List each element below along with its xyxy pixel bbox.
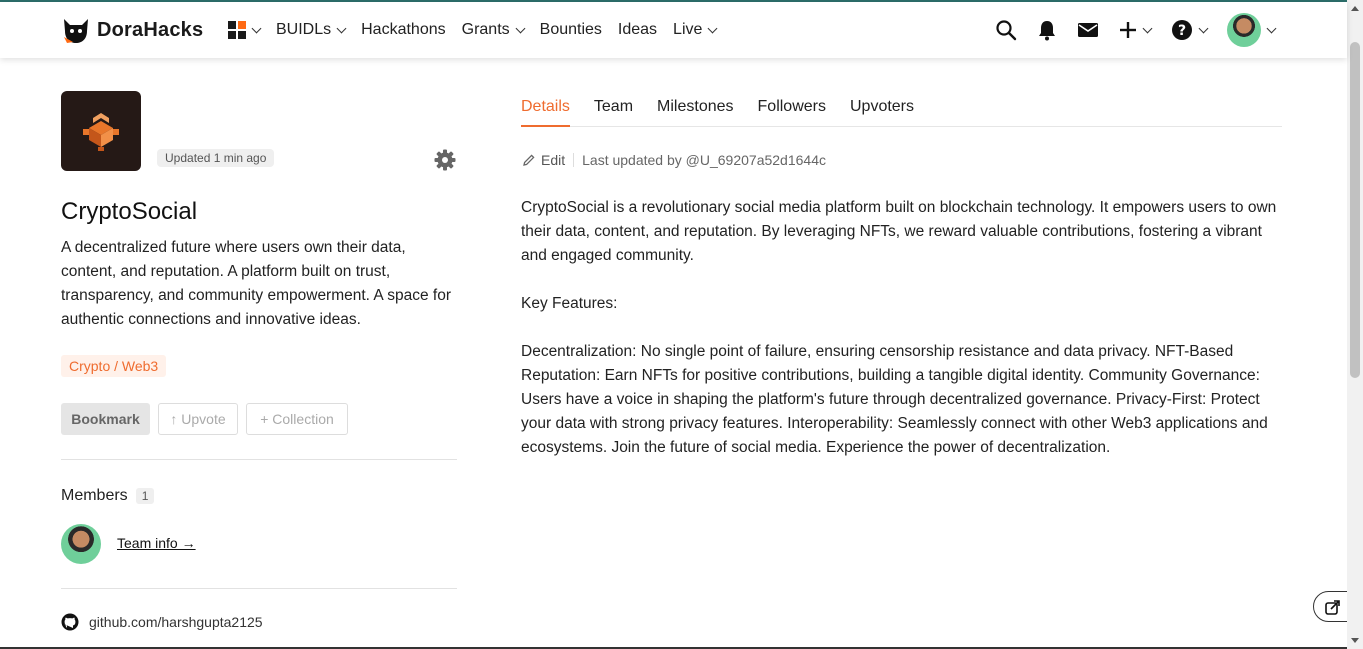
upvote-button[interactable]: ↑ Upvote: [158, 403, 238, 435]
chevron-down-icon: [1266, 23, 1277, 33]
tab-team[interactable]: Team: [594, 98, 633, 127]
edit-bar: Edit Last updated by @U_69207a52d1644c: [522, 152, 826, 168]
bookmark-button[interactable]: Bookmark: [61, 403, 150, 435]
notifications-button[interactable]: [1037, 19, 1057, 41]
apps-menu-button[interactable]: [228, 21, 262, 39]
divider: [61, 459, 457, 460]
tab-upvoters[interactable]: Upvoters: [850, 98, 914, 127]
settings-button[interactable]: [434, 149, 456, 176]
github-icon: [61, 613, 79, 631]
scroll-up-arrow[interactable]: [1351, 6, 1359, 11]
chevron-down-icon: [1142, 23, 1153, 33]
member-avatar[interactable]: [61, 524, 101, 564]
tab-details[interactable]: Details: [521, 98, 570, 127]
edit-button[interactable]: Edit: [522, 152, 565, 168]
nav-item-grants[interactable]: Grants: [461, 21, 526, 39]
messages-button[interactable]: [1077, 21, 1099, 39]
brand-logo[interactable]: DoraHacks: [61, 15, 203, 45]
updated-badge: Updated 1 min ago: [157, 149, 275, 167]
dorahacks-logo-icon: [64, 19, 88, 43]
help-icon: ?: [1172, 20, 1192, 40]
apps-icon: [228, 21, 246, 39]
members-count-badge: 1: [135, 488, 155, 504]
nav-label: Live: [673, 21, 703, 38]
nav-item-live[interactable]: Live: [673, 21, 718, 39]
nav-item-bounties[interactable]: Bounties: [540, 21, 602, 39]
mail-icon: [1078, 23, 1098, 37]
nav-label: Hackathons: [361, 21, 446, 38]
search-icon: [996, 20, 1017, 41]
plus-icon: [1120, 22, 1136, 38]
project-logo: [61, 91, 141, 171]
chevron-down-icon: [515, 23, 526, 33]
scroll-down-arrow[interactable]: [1351, 638, 1359, 643]
page-scrollbar[interactable]: [1347, 0, 1363, 649]
brand-name: DoraHacks: [97, 18, 204, 41]
members-heading: Members 1: [61, 487, 155, 505]
tab-milestones[interactable]: Milestones: [657, 98, 733, 127]
user-menu-button[interactable]: [1227, 13, 1277, 47]
nav-label: BUIDLs: [276, 21, 332, 38]
chevron-down-icon: [251, 23, 262, 33]
nav-item-buidls[interactable]: BUIDLs: [276, 21, 347, 39]
tab-followers[interactable]: Followers: [758, 98, 826, 127]
share-icon: [1325, 599, 1340, 615]
svg-text:?: ?: [1178, 23, 1186, 39]
details-paragraph: Key Features:: [521, 295, 618, 312]
bell-icon: [1039, 21, 1055, 41]
search-button[interactable]: [995, 19, 1017, 41]
chevron-down-icon: [1198, 23, 1209, 33]
project-description: A decentralized future where users own t…: [61, 239, 451, 328]
github-url: github.com/harshgupta2125: [89, 614, 263, 630]
nav-item-ideas[interactable]: Ideas: [618, 21, 657, 39]
top-navbar: DoraHacks BUIDLs Hackathons Grants Bount…: [0, 2, 1347, 58]
last-updated-text: Last updated by @U_69207a52d1644c: [582, 152, 826, 168]
header-tools: ?: [975, 2, 1277, 58]
project-logo-icon: [83, 113, 119, 151]
gear-icon: [434, 149, 456, 171]
separator: [573, 153, 575, 167]
chevron-down-icon: [336, 23, 347, 33]
scroll-thumb[interactable]: [1350, 42, 1360, 378]
github-link[interactable]: github.com/harshgupta2125: [61, 613, 263, 631]
project-title: CryptoSocial: [61, 198, 198, 225]
members-title: Members: [61, 487, 128, 504]
team-info-link[interactable]: Team info →: [117, 535, 196, 551]
main-nav: BUIDLs Hackathons Grants Bounties Ideas …: [228, 2, 732, 58]
project-details-content: CryptoSocial is a revolutionary social m…: [521, 196, 1283, 484]
nav-label: Ideas: [617, 21, 658, 38]
project-tabs: Details Team Milestones Followers Upvote…: [521, 98, 1282, 127]
add-collection-button[interactable]: + Collection: [246, 403, 348, 435]
details-paragraph: Decentralization: No single point of fai…: [521, 343, 1268, 456]
divider: [61, 588, 457, 589]
avatar: [1227, 13, 1261, 47]
edit-label: Edit: [541, 152, 566, 168]
details-paragraph: CryptoSocial is a revolutionary social m…: [521, 199, 1277, 264]
nav-item-hackathons[interactable]: Hackathons: [361, 21, 446, 39]
create-button[interactable]: [1119, 21, 1153, 39]
category-tag[interactable]: Crypto / Web3: [61, 355, 167, 377]
chevron-down-icon: [707, 23, 718, 33]
nav-label: Bounties: [539, 21, 602, 38]
nav-label: Grants: [461, 21, 510, 38]
pencil-icon: [523, 154, 535, 166]
help-button[interactable]: ?: [1171, 19, 1209, 41]
